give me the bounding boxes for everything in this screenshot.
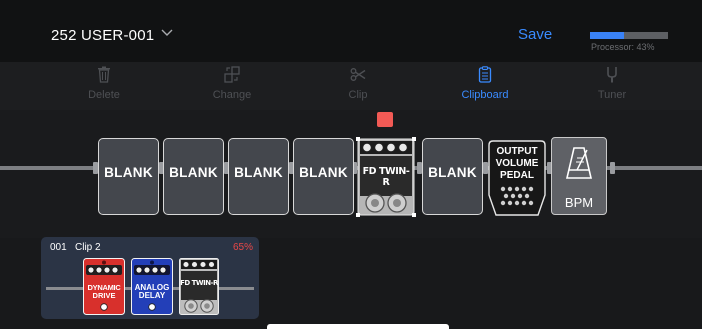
save-button[interactable]: Save <box>518 26 552 43</box>
chain-joint <box>610 162 615 174</box>
slot-label: BLANK <box>299 165 348 180</box>
chain-slot-3[interactable]: BLANK <box>228 138 289 215</box>
processor-usage-bar <box>590 32 668 39</box>
processor-usage-fill <box>590 32 624 39</box>
slot-label: BLANK <box>234 165 283 180</box>
output-volume-pedal-block[interactable]: OUTPUT VOLUME PEDAL <box>488 140 546 216</box>
slot-label: BLANK <box>428 165 477 180</box>
clip-name: Clip 2 <box>75 242 101 253</box>
volume-pedal-line3: PEDAL <box>500 170 534 181</box>
clip-button[interactable]: Clip <box>318 62 398 110</box>
chain-slot-6[interactable]: BLANK <box>422 138 483 215</box>
volume-pedal-line1: OUTPUT <box>496 146 538 157</box>
tuning-fork-icon <box>607 67 617 83</box>
amp-label: FD TWIN-R <box>362 166 410 188</box>
selection-corner <box>356 213 360 217</box>
swap-icon <box>224 66 240 83</box>
clip-card[interactable]: 001 Clip 2 65% DYNAMIC DRIVE ANALOG DELA… <box>41 237 259 319</box>
processor-usage-label: Processor: 43% <box>591 42 655 52</box>
slot-label: BLANK <box>104 165 153 180</box>
clipboard-button[interactable]: Clipboard <box>445 62 525 110</box>
change-label: Change <box>212 89 252 101</box>
clipboard-label: Clipboard <box>461 89 509 101</box>
clip-percent: 65% <box>232 242 253 253</box>
slot-label: BLANK <box>169 165 218 180</box>
bpm-block[interactable]: BPM <box>551 137 607 215</box>
home-indicator <box>267 324 449 329</box>
change-button[interactable]: Change <box>192 62 272 110</box>
clip-label: Clip <box>348 89 368 101</box>
chain-slot-1[interactable]: BLANK <box>98 138 159 215</box>
signal-chain: BLANK BLANK BLANK BLANK FD TWIN-R BLANK … <box>0 110 702 238</box>
tuner-button[interactable]: Tuner <box>572 62 652 110</box>
clip-effect-analog-delay: ANALOG DELAY <box>131 258 173 315</box>
delete-label: Delete <box>88 89 120 101</box>
selection-corner <box>412 137 416 141</box>
selection-corner <box>356 137 360 141</box>
chain-slot-4[interactable]: BLANK <box>293 138 354 215</box>
selection-corner <box>412 213 416 217</box>
clip-number: 001 <box>50 242 67 253</box>
selected-block-marker <box>377 112 393 127</box>
mini-amp-label: FD TWIN-R <box>180 279 218 287</box>
metronome-icon <box>565 147 593 179</box>
volume-pedal-line2: VOLUME <box>495 158 539 169</box>
scissors-icon <box>350 68 366 81</box>
preset-name[interactable]: 252 USER-001 <box>51 27 154 44</box>
top-bar: 252 USER-001 Save Processor: 43% <box>0 0 702 62</box>
delete-button[interactable]: Delete <box>64 62 144 110</box>
chevron-down-icon[interactable] <box>160 28 174 38</box>
chain-slot-2[interactable]: BLANK <box>163 138 224 215</box>
amp-block-fd-twin-r[interactable]: FD TWIN-R <box>356 137 416 217</box>
pedal-grip-dots <box>500 186 534 206</box>
trash-icon <box>98 66 110 83</box>
bpm-label: BPM <box>564 195 594 210</box>
clip-effect-fd-twin-r: FD TWIN-R <box>179 258 219 315</box>
clipboard-icon <box>478 66 492 83</box>
analog-delay-line2: DELAY <box>138 291 166 300</box>
clip-effect-dynamic-drive: DYNAMIC DRIVE <box>83 258 125 315</box>
tuner-label: Tuner <box>597 89 627 101</box>
dynamic-drive-line2: DRIVE <box>92 291 116 300</box>
toolbar: Delete Change Clip Clipboard Tuner <box>0 62 702 110</box>
